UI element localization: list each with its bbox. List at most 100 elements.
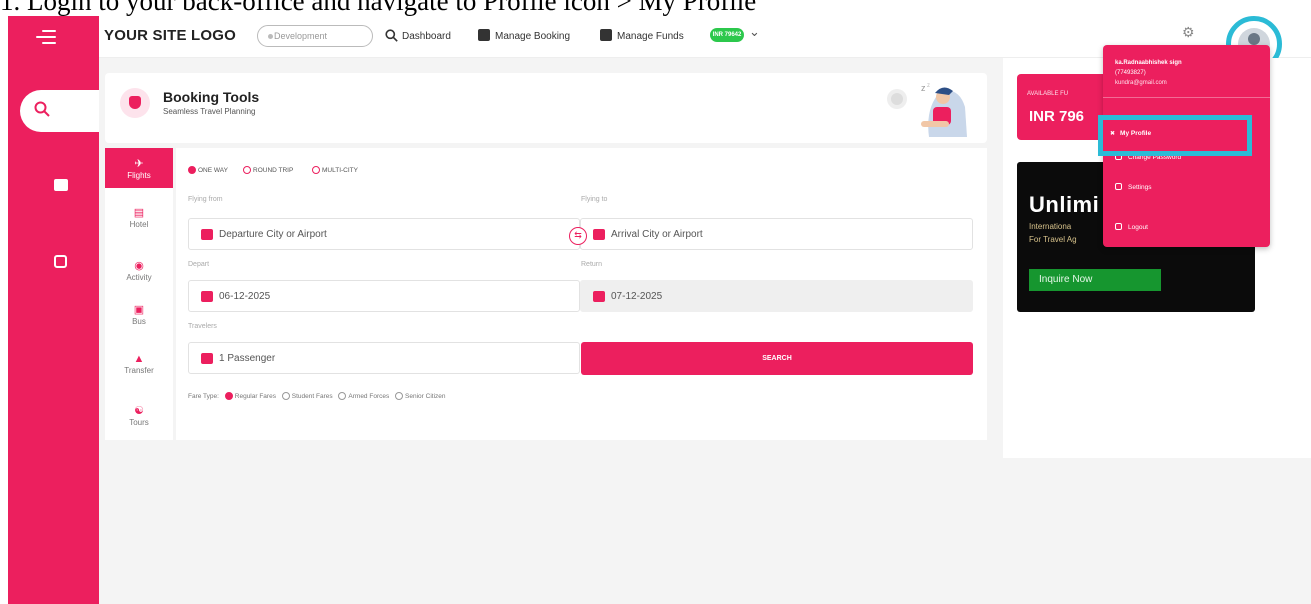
tab-transfer-label: Transfer	[124, 366, 154, 375]
menu-icon[interactable]	[36, 26, 64, 50]
traveler-illustration: z z	[887, 83, 967, 137]
tab-bus[interactable]: ▣ Bus	[105, 303, 173, 326]
binoculars-icon: ◉	[134, 260, 144, 272]
logout-icon	[1115, 223, 1122, 230]
chevron-down-icon[interactable]: ⌄	[749, 24, 760, 40]
booking-tools-header: Booking Tools Seamless Travel Planning z…	[105, 73, 987, 143]
departure-city-input[interactable]: Departure City or Airport	[188, 218, 580, 250]
menu-item-logout[interactable]: Logout	[1115, 223, 1148, 231]
page-subtitle: Seamless Travel Planning	[163, 107, 256, 116]
radio-selected-icon	[188, 166, 196, 174]
nav-dashboard[interactable]: Dashboard	[385, 29, 451, 42]
environment-badge: Development	[257, 25, 373, 47]
booking-icon	[478, 29, 490, 41]
inquire-now-button[interactable]: Inquire Now	[1029, 269, 1161, 291]
nav-dashboard-label: Dashboard	[402, 31, 451, 42]
trip-round-trip[interactable]: ROUND TRIP	[243, 166, 293, 174]
available-funds-label: AVAILABLE FU	[1027, 91, 1069, 97]
booking-tools-icon	[120, 88, 150, 118]
swap-cities-icon[interactable]: ⇆	[569, 227, 587, 245]
fare-regular-label: Regular Fares	[234, 393, 276, 400]
funds-icon	[600, 29, 612, 41]
svg-text:z: z	[921, 83, 926, 93]
depart-date-input[interactable]: 06-12-2025	[188, 280, 580, 312]
wallet-icon[interactable]	[54, 179, 68, 191]
return-date-value: 07-12-2025	[611, 291, 663, 302]
radio-icon	[243, 166, 251, 174]
funds-balance-badge: INR 79642	[710, 28, 744, 42]
trip-one-way-label: ONE WAY	[198, 167, 228, 174]
takeoff-icon	[201, 229, 213, 240]
palm-tree-icon: ☯	[134, 405, 144, 417]
return-date-input[interactable]: 07-12-2025	[580, 280, 973, 312]
menu-item-settings[interactable]: Settings	[1115, 183, 1152, 191]
bus-icon: ▣	[133, 304, 145, 316]
tab-tours-label: Tours	[129, 418, 149, 427]
tab-activity[interactable]: ◉ Activity	[105, 259, 173, 282]
left-sidebar	[8, 16, 99, 604]
tab-flights-label: Flights	[127, 171, 151, 180]
booking-type-tabs: ✈ Flights ▤ Hotel ◉ Activity ▣ Bus ▲ Transfer…	[105, 148, 173, 440]
nav-manage-funds-label: Manage Funds	[617, 31, 684, 42]
banner-title: Unlimi	[1029, 192, 1100, 217]
tab-hotel-label: Hotel	[129, 220, 149, 229]
fare-student-radio[interactable]	[281, 392, 290, 400]
trip-round-trip-label: ROUND TRIP	[253, 167, 294, 174]
gear-icon	[1115, 183, 1122, 190]
fare-armed-radio[interactable]	[338, 392, 347, 400]
profile-user-id: (77493827)	[1115, 70, 1146, 76]
banner-line-1: Internationa	[1029, 222, 1072, 231]
tab-transfer[interactable]: ▲ Transfer	[105, 353, 173, 375]
tab-hotel[interactable]: ▤ Hotel	[105, 206, 173, 229]
profile-user-email: kundra@gmail.com	[1115, 80, 1167, 86]
fare-type-label: Fare Type:	[188, 393, 219, 400]
trip-one-way[interactable]: ONE WAY	[188, 166, 228, 174]
nav-manage-funds[interactable]: Manage Funds	[600, 29, 684, 42]
calendar-icon	[201, 291, 213, 302]
settings-label: Settings	[1128, 184, 1152, 191]
nav-manage-booking[interactable]: Manage Booking	[478, 29, 570, 42]
users-icon	[201, 353, 213, 364]
profile-user-name: ka.Radnaabhishek sign	[1115, 60, 1182, 66]
divider	[1103, 97, 1270, 98]
arrival-city-input[interactable]: Arrival City or Airport	[580, 218, 973, 250]
car-icon: ▲	[133, 353, 145, 365]
sidebar-search-button[interactable]	[20, 90, 99, 132]
search-icon	[34, 101, 50, 117]
tab-bus-label: Bus	[132, 317, 146, 326]
radio-icon	[312, 166, 320, 174]
fare-armed-label: Armed Forces	[348, 393, 390, 400]
tab-tours[interactable]: ☯ Tours	[105, 404, 173, 427]
shopping-bag-icon[interactable]	[54, 255, 67, 268]
site-logo[interactable]: YOUR SITE LOGO	[104, 27, 236, 44]
banner-line-2: For Travel Ag	[1029, 235, 1077, 244]
my-profile-label: My Profile	[1110, 130, 1151, 137]
departure-city-placeholder: Departure City or Airport	[219, 229, 327, 240]
fare-senior-label: Senior Citizen	[405, 393, 446, 400]
menu-item-my-profile[interactable]: My Profile	[1098, 115, 1252, 156]
plane-icon: ✈	[134, 158, 144, 170]
travelers-label: Travelers	[188, 323, 217, 330]
flight-search-form: ONE WAY ROUND TRIP MULTI-CITY Flying fro…	[176, 148, 987, 440]
trip-multi-city-label: MULTI-CITY	[322, 167, 358, 174]
instruction-caption: 1. Login to your back-office and navigat…	[0, 0, 757, 16]
hotel-icon: ▤	[133, 207, 145, 219]
fare-regular-radio[interactable]	[224, 392, 233, 400]
fare-student-label: Student Fares	[291, 393, 333, 400]
flying-to-label: Flying to	[581, 196, 608, 203]
flying-from-label: Flying from	[188, 196, 223, 203]
travelers-input[interactable]: 1 Passenger	[188, 342, 580, 374]
gear-icon[interactable]: ⚙	[1182, 24, 1195, 41]
fare-senior-radio[interactable]	[395, 392, 404, 400]
nav-manage-booking-label: Manage Booking	[495, 31, 571, 42]
arrival-city-placeholder: Arrival City or Airport	[611, 229, 703, 240]
page-title: Booking Tools	[163, 89, 260, 105]
depart-date-value: 06-12-2025	[219, 291, 271, 302]
svg-text:z: z	[927, 83, 930, 89]
tab-flights[interactable]: ✈ Flights	[105, 148, 173, 188]
logout-label: Logout	[1128, 224, 1148, 231]
search-icon	[385, 29, 398, 42]
trip-multi-city[interactable]: MULTI-CITY	[312, 166, 358, 174]
search-button[interactable]: SEARCH	[581, 342, 973, 375]
travelers-value: 1 Passenger	[219, 353, 276, 364]
